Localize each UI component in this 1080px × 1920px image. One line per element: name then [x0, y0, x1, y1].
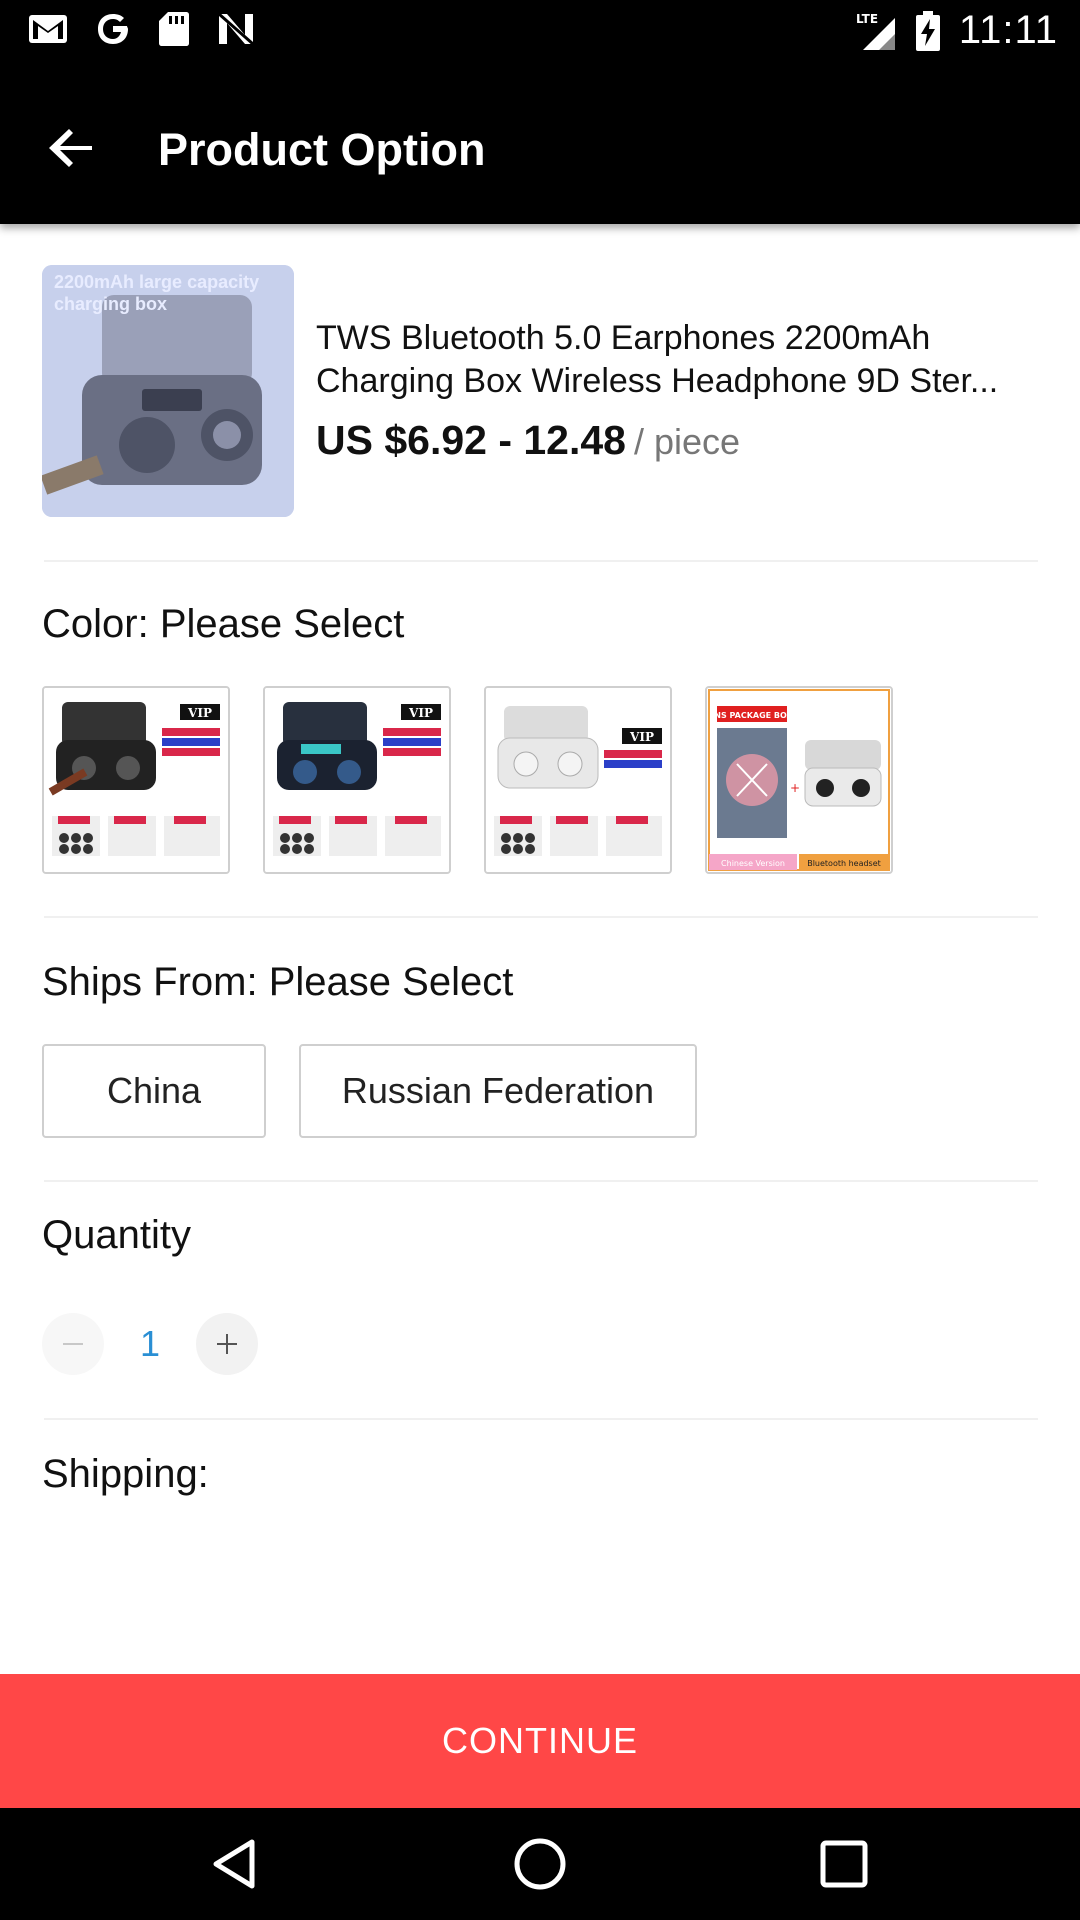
bluetooth-headset-image: INS PACKAGE BOX + Chinese Version Blueto…: [707, 688, 891, 872]
svg-text:VIP: VIP: [629, 730, 654, 744]
svg-text:VIP: VIP: [187, 706, 212, 720]
product-price: US $6.92 - 12.48/ piece: [316, 417, 740, 464]
product-summary: 2200mAh large capacity charging box TWS …: [42, 265, 1042, 517]
quantity-decrease-button[interactable]: [42, 1313, 104, 1375]
svg-text:Chinese Version: Chinese Version: [721, 859, 785, 868]
ships-from-china-button[interactable]: China: [42, 1044, 266, 1138]
minus-icon: [63, 1343, 83, 1345]
white-earphones-image: VIP: [486, 688, 670, 872]
black-earphones-image: VIP: [44, 688, 228, 872]
shipping-label: Shipping:: [42, 1452, 209, 1496]
navigation-bar: [0, 1808, 1080, 1920]
svg-text:INS PACKAGE BOX: INS PACKAGE BOX: [711, 711, 793, 720]
blue-earphones-image: VIP: [265, 688, 449, 872]
arrow-back-icon[interactable]: [44, 120, 100, 176]
signal-icon: LTE: [856, 12, 895, 50]
nav-back-icon[interactable]: [208, 1836, 264, 1892]
battery-charging-icon: [915, 10, 940, 51]
google-icon: [98, 14, 128, 44]
app-bar: Product Option: [0, 62, 1080, 224]
status-time: 11:11: [958, 8, 1058, 52]
quantity-label: Quantity: [42, 1213, 191, 1257]
color-option-white[interactable]: VIP: [484, 686, 672, 874]
ships-from-label: Ships From: Please Select: [42, 960, 514, 1004]
plus-icon: [217, 1334, 237, 1354]
divider: [44, 1418, 1038, 1420]
ships-from-russia-button[interactable]: Russian Federation: [299, 1044, 697, 1138]
status-bar: LTE 11:11: [0, 0, 1080, 62]
price-unit: / piece: [633, 421, 741, 462]
color-options: VIP VIP VIP INS PACKAGE BOX + Chinese Ve…: [42, 686, 893, 874]
nav-home-icon[interactable]: [512, 1836, 568, 1892]
color-option-blue[interactable]: VIP: [263, 686, 451, 874]
quantity-stepper: 1: [42, 1313, 258, 1375]
ships-from-options: China Russian Federation: [42, 1044, 697, 1138]
svg-text:VIP: VIP: [408, 706, 433, 720]
sd-card-icon: [159, 12, 189, 46]
quantity-value[interactable]: 1: [104, 1323, 196, 1365]
svg-text:+: +: [790, 781, 800, 795]
svg-text:LTE: LTE: [856, 12, 878, 26]
divider: [44, 916, 1038, 918]
product-name-line1: TWS Bluetooth 5.0 Earphones 2200mAh: [316, 319, 931, 357]
page-title: Product Option: [158, 124, 486, 175]
quantity-increase-button[interactable]: [196, 1313, 258, 1375]
continue-button[interactable]: CONTINUE: [0, 1674, 1080, 1808]
product-name-line2: Charging Box Wireless Headphone 9D Ster.…: [316, 362, 999, 400]
gmail-icon: [29, 15, 67, 43]
color-option-bluetooth-headset[interactable]: INS PACKAGE BOX + Chinese Version Blueto…: [705, 686, 893, 874]
divider: [44, 560, 1038, 562]
product-name[interactable]: TWS Bluetooth 5.0 Earphones 2200mAh Char…: [316, 317, 1046, 403]
color-option-black[interactable]: VIP: [42, 686, 230, 874]
price-range: US $6.92 - 12.48: [316, 417, 626, 463]
svg-text:Bluetooth headset: Bluetooth headset: [807, 859, 881, 868]
n-logo-icon: [218, 12, 254, 46]
product-thumbnail: 2200mAh large capacity charging box: [42, 265, 294, 517]
thumbnail-caption: 2200mAh large capacity charging box: [54, 272, 260, 314]
nav-recents-icon[interactable]: [816, 1836, 872, 1892]
divider: [44, 1180, 1038, 1182]
color-label: Color: Please Select: [42, 602, 405, 646]
